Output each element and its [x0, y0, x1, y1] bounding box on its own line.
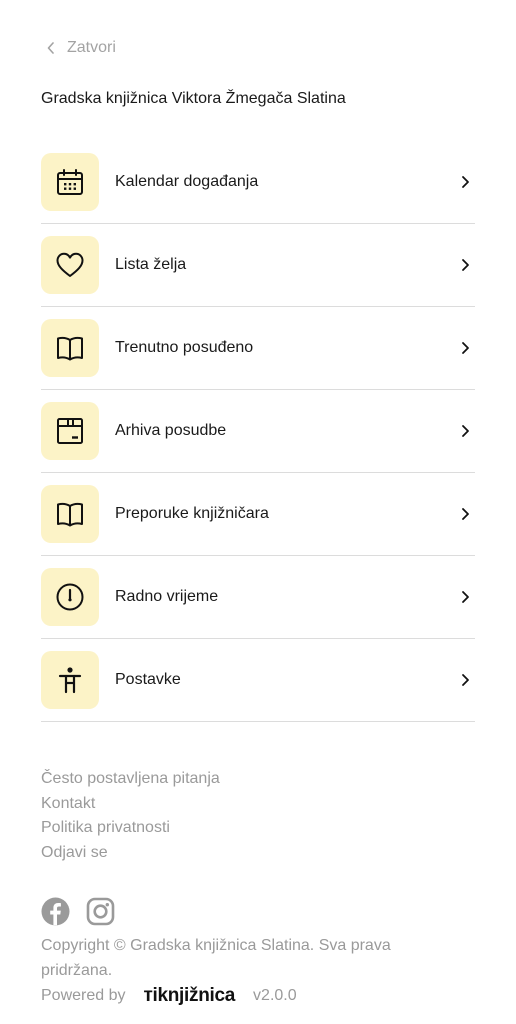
chevron-right-icon [462, 176, 469, 188]
library-name: Gradska knjižnica Viktora Žmegača Slatin… [41, 90, 346, 107]
menu-item-calendar[interactable]: Kalendar događanja [41, 141, 475, 224]
social-links [41, 897, 115, 926]
menu-item-label: Postavke [115, 671, 181, 688]
archive-box-icon [57, 418, 83, 444]
faq-link[interactable]: Često postavljena pitanja [41, 767, 220, 792]
archive-box-icon-box [41, 402, 99, 460]
close-label: Zatvori [67, 39, 116, 56]
chevron-right-icon [462, 259, 469, 271]
footer-links: Često postavljena pitanja Kontakt Politi… [41, 767, 220, 866]
chevron-right-icon [462, 425, 469, 437]
menu-item-label: Arhiva posudbe [115, 422, 227, 439]
accessibility-icon-box [41, 651, 99, 709]
menu-item-label: Radno vrijeme [115, 588, 219, 605]
chevron-right-icon [462, 508, 469, 520]
instagram-icon [86, 897, 115, 926]
clock-icon [56, 583, 84, 611]
chevron-right-icon [462, 674, 469, 686]
open-book-icon-box [41, 319, 99, 377]
menu-item-wishlist[interactable]: Lista želja [41, 224, 475, 307]
menu-item-label: Kalendar događanja [115, 173, 259, 190]
menu-item-settings[interactable]: Postavke [41, 639, 475, 722]
logout-link[interactable]: Odjavi se [41, 841, 220, 866]
copyright-text: Copyright © Gradska knjižnica Slatina. S… [41, 937, 391, 979]
accessibility-icon [58, 667, 82, 694]
brand-name: knjižnica [157, 985, 236, 1006]
clock-icon-box [41, 568, 99, 626]
powered-by-label: Powered by [41, 987, 126, 1004]
close-button[interactable]: Zatvori [47, 37, 116, 59]
menu-item-label: Preporuke knjižničara [115, 505, 269, 522]
powered-by: Powered by ті knjižnica v2.0.0 [41, 983, 297, 1009]
facebook-link[interactable] [41, 897, 70, 926]
calendar-icon [57, 169, 83, 195]
privacy-policy-link[interactable]: Politika privatnosti [41, 816, 220, 841]
main-menu: Kalendar događanja Lista želja Trenutno … [41, 141, 475, 722]
chevron-left-icon [47, 42, 54, 54]
instagram-link[interactable] [86, 897, 115, 926]
chevron-right-icon [462, 342, 469, 354]
facebook-icon [41, 897, 70, 926]
calendar-icon-box [41, 153, 99, 211]
open-book-icon [57, 502, 83, 527]
menu-item-loan-archive[interactable]: Arhiva posudbe [41, 390, 475, 473]
menu-item-current-loans[interactable]: Trenutno posuđeno [41, 307, 475, 390]
chevron-right-icon [462, 591, 469, 603]
open-book-icon-box [41, 485, 99, 543]
brand-mark: ті [143, 985, 158, 1006]
menu-item-label: Trenutno posuđeno [115, 339, 254, 356]
menu-item-label: Lista želja [115, 256, 187, 273]
heart-icon-box [41, 236, 99, 294]
contact-link[interactable]: Kontakt [41, 792, 220, 817]
knjiznica-logo[interactable]: ті knjižnica [144, 985, 236, 1007]
menu-item-librarian-recommendations[interactable]: Preporuke knjižničara [41, 473, 475, 556]
app-version: v2.0.0 [253, 987, 297, 1004]
menu-item-opening-hours[interactable]: Radno vrijeme [41, 556, 475, 639]
open-book-icon [57, 336, 83, 361]
heart-icon [56, 252, 84, 277]
